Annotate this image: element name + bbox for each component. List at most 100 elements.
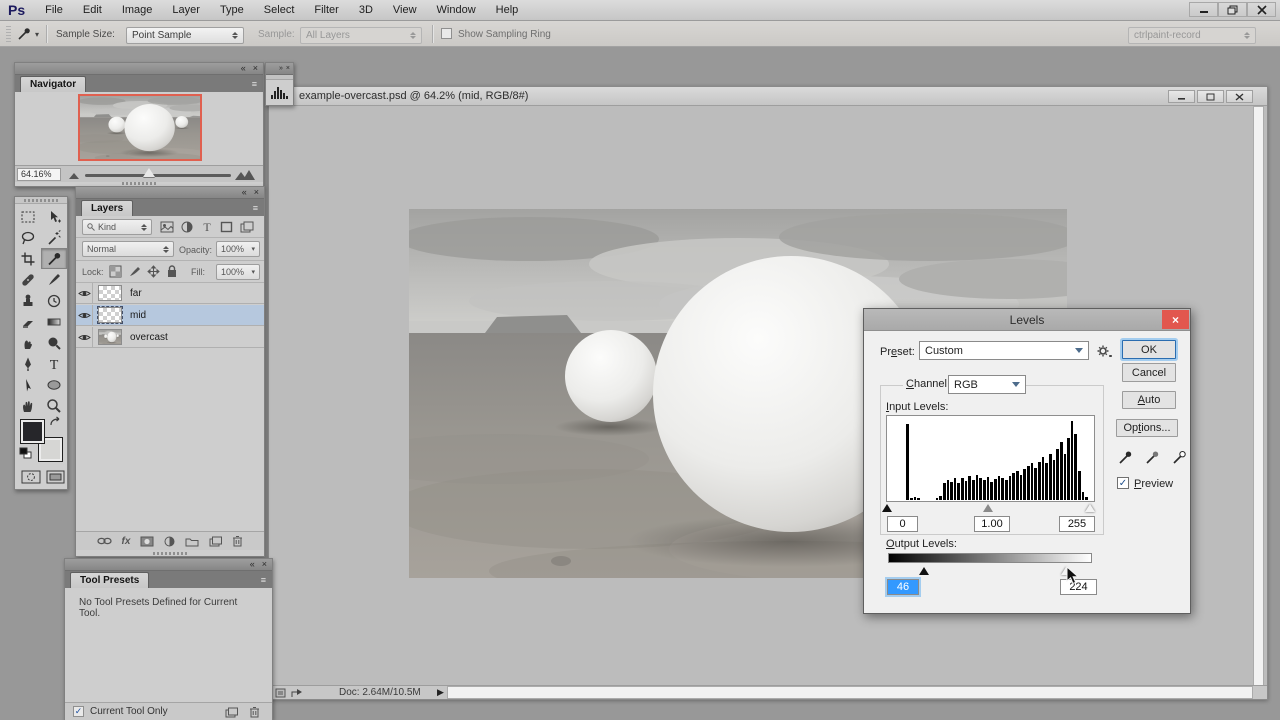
type-tool[interactable]: T — [41, 353, 67, 374]
path-selection-tool[interactable] — [15, 374, 41, 395]
preview-checkbox[interactable]: ✓ — [1117, 477, 1129, 489]
screen-mode-icon[interactable] — [46, 470, 65, 484]
lasso-tool[interactable] — [15, 227, 41, 248]
panel-menu-icon[interactable]: ≡ — [253, 203, 259, 213]
menu-item-help[interactable]: Help — [486, 4, 529, 16]
new-layer-icon[interactable] — [209, 536, 222, 547]
tool-preset-picker[interactable]: ▾ — [16, 26, 39, 42]
brush-tool[interactable] — [41, 269, 67, 290]
options-gripper[interactable] — [6, 26, 11, 42]
collapse-panel-icon[interactable]: « — [241, 64, 246, 73]
ok-button[interactable]: OK — [1122, 340, 1176, 359]
type-filter-icon[interactable]: T — [201, 220, 213, 233]
zoom-out-mountains-icon[interactable] — [69, 172, 81, 179]
layer-filter-kind-dropdown[interactable]: Kind — [82, 219, 152, 235]
layer-name[interactable]: far — [130, 288, 142, 299]
pen-tool[interactable] — [15, 353, 41, 374]
default-colors-icon[interactable] — [19, 447, 33, 459]
zoom-slider-track[interactable] — [85, 174, 231, 177]
delete-layer-icon[interactable] — [232, 535, 243, 547]
lock-all-icon[interactable] — [166, 264, 178, 278]
visibility-toggle[interactable] — [76, 283, 93, 303]
magic-wand-tool[interactable] — [41, 227, 67, 248]
gray-point-eyedropper-icon[interactable] — [1145, 449, 1160, 465]
menu-item-file[interactable]: File — [35, 4, 73, 16]
menu-item-view[interactable]: View — [383, 4, 427, 16]
input-white-slider[interactable] — [1085, 504, 1095, 512]
navigator-proxy-view[interactable] — [78, 94, 202, 161]
histogram-panel-icon[interactable] — [271, 85, 289, 99]
current-tool-only-checkbox[interactable]: ✓ — [73, 706, 84, 717]
foreground-color-swatch[interactable] — [20, 419, 45, 444]
menu-item-filter[interactable]: Filter — [304, 4, 348, 16]
opacity-dropdown[interactable]: 100% ▾ — [216, 241, 260, 257]
document-title-bar[interactable]: example-overcast.psd @ 64.2% (mid, RGB/8… — [269, 87, 1267, 106]
add-layer-mask-icon[interactable] — [140, 536, 154, 547]
toolbar-gripper[interactable] — [24, 199, 58, 202]
layer-thumbnail[interactable] — [98, 285, 122, 301]
clone-stamp-tool[interactable] — [15, 290, 41, 311]
app-restore-button[interactable] — [1218, 2, 1247, 17]
close-icon[interactable]: × — [254, 188, 259, 197]
menu-item-edit[interactable]: Edit — [73, 4, 112, 16]
show-sampling-ring-checkbox[interactable] — [441, 28, 452, 39]
blend-mode-dropdown[interactable]: Normal — [82, 241, 174, 257]
cancel-button[interactable]: Cancel — [1122, 363, 1176, 382]
menu-item-layer[interactable]: Layer — [162, 4, 210, 16]
navigator-zoom-field[interactable]: 64.16% — [17, 168, 61, 181]
gradient-tool[interactable] — [41, 311, 67, 332]
doc-minimize-button[interactable] — [1168, 90, 1195, 103]
collapse-panel-icon[interactable]: « — [250, 560, 255, 569]
crop-tool[interactable] — [15, 248, 41, 269]
tab-navigator[interactable]: Navigator — [20, 76, 86, 92]
panel-menu-icon[interactable]: ≡ — [261, 575, 267, 585]
delete-preset-icon[interactable] — [249, 706, 260, 718]
layer-thumbnail[interactable] — [98, 329, 122, 345]
close-icon[interactable]: × — [262, 560, 267, 569]
hand-tool[interactable] — [15, 395, 41, 416]
eyedropper-tool[interactable] — [41, 248, 67, 269]
auto-button[interactable]: Auto — [1122, 391, 1176, 409]
collapse-panel-icon[interactable]: « — [242, 188, 247, 197]
doc-close-button[interactable] — [1226, 90, 1253, 103]
levels-title-bar[interactable]: Levels × — [864, 309, 1190, 331]
app-close-button[interactable] — [1247, 2, 1276, 17]
close-icon[interactable]: × — [286, 64, 290, 73]
input-gamma-field[interactable]: 1.00 — [974, 516, 1010, 532]
input-black-field[interactable]: 0 — [887, 516, 918, 532]
share-arrow-icon[interactable] — [291, 688, 304, 698]
layer-row-far[interactable]: far — [76, 283, 264, 304]
black-point-eyedropper-icon[interactable] — [1118, 449, 1133, 465]
lock-transparency-icon[interactable] — [109, 265, 122, 278]
adjustment-filter-icon[interactable] — [181, 221, 193, 233]
close-icon[interactable]: × — [253, 64, 258, 73]
menu-item-select[interactable]: Select — [254, 4, 305, 16]
new-adjustment-layer-icon[interactable] — [164, 536, 175, 547]
panel-resize-grip[interactable] — [153, 552, 187, 555]
sample-size-dropdown[interactable]: Point Sample — [126, 27, 244, 44]
healing-brush-tool[interactable] — [15, 269, 41, 290]
menu-item-image[interactable]: Image — [112, 4, 163, 16]
channel-dropdown[interactable]: RGB — [948, 375, 1026, 394]
doc-maximize-button[interactable] — [1197, 90, 1224, 103]
status-thumbnail-icon[interactable] — [275, 688, 286, 698]
input-white-field[interactable]: 255 — [1059, 516, 1095, 532]
smart-object-filter-icon[interactable] — [240, 221, 254, 233]
ellipse-tool[interactable] — [41, 374, 67, 395]
quick-mask-icon[interactable] — [21, 470, 41, 484]
history-brush-tool[interactable] — [41, 290, 67, 311]
app-minimize-button[interactable] — [1189, 2, 1218, 17]
panel-menu-icon[interactable]: ≡ — [252, 79, 258, 89]
tab-layers[interactable]: Layers — [81, 200, 133, 216]
dodge-tool[interactable] — [41, 332, 67, 353]
zoom-in-mountains-icon[interactable] — [235, 170, 255, 180]
vertical-scrollbar[interactable] — [1253, 106, 1264, 687]
tab-tool-presets[interactable]: Tool Presets — [70, 572, 149, 588]
layer-name[interactable]: overcast — [130, 332, 168, 343]
input-black-slider[interactable] — [882, 504, 892, 512]
preset-dropdown[interactable]: Custom — [919, 341, 1089, 360]
layer-row-mid[interactable]: mid — [76, 305, 264, 326]
zoom-slider-thumb[interactable] — [143, 168, 155, 177]
layer-name[interactable]: mid — [130, 310, 146, 321]
smudge-tool[interactable] — [15, 332, 41, 353]
